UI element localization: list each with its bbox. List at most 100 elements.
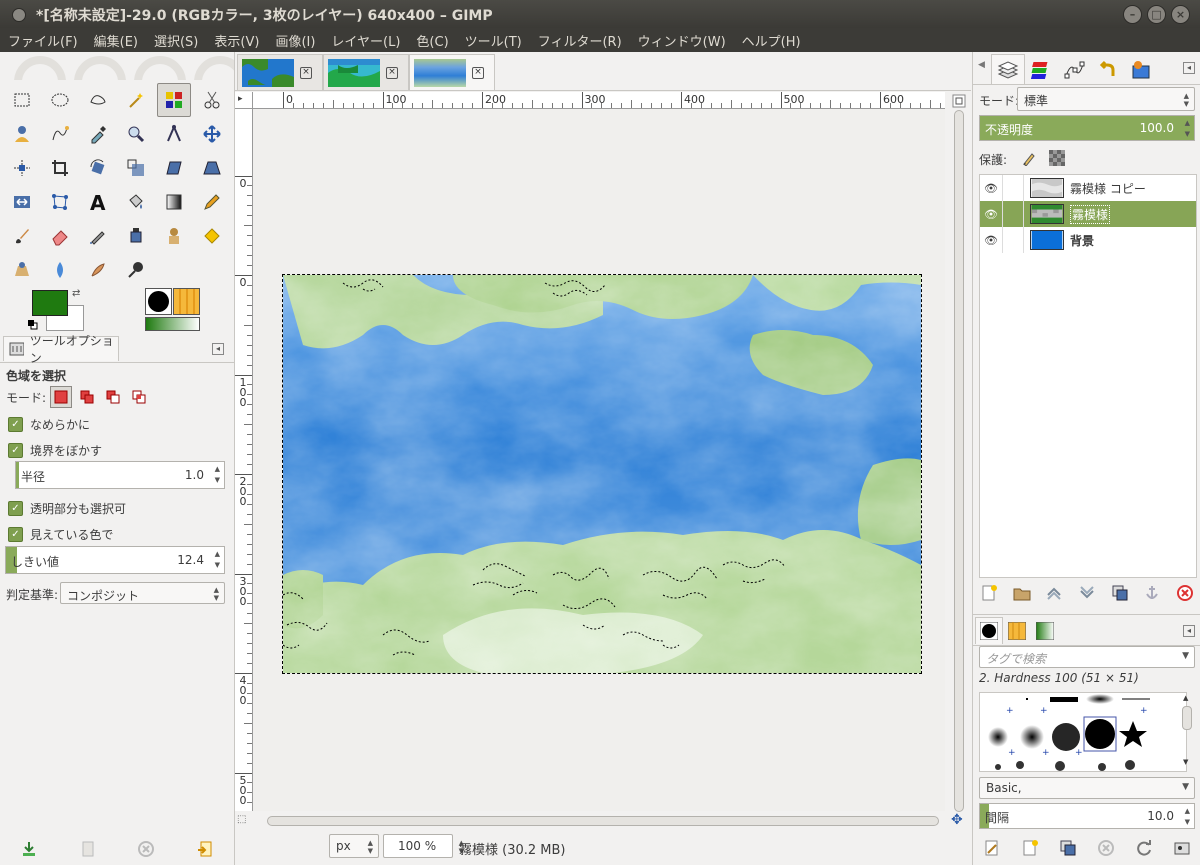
vertical-ruler[interactable]: 0 100 200 300 400 500 0: [235, 109, 253, 811]
brushes-panel-menu-icon[interactable]: ◂: [1183, 625, 1195, 637]
dodge-burn-tool[interactable]: [119, 253, 153, 287]
radius-spinner[interactable]: 半径 1.0 ▲ ▼: [15, 461, 225, 489]
zoom-tool[interactable]: [119, 117, 153, 151]
free-select-tool[interactable]: [81, 83, 115, 117]
tab-brushes[interactable]: [975, 617, 1003, 644]
foreground-color[interactable]: [32, 290, 68, 316]
layers-tabs-scroll-left-icon[interactable]: ◀: [978, 60, 985, 70]
layer-chain-toggle[interactable]: [1002, 227, 1024, 253]
ellipse-select-tool[interactable]: [43, 83, 77, 117]
rect-select-tool[interactable]: [5, 83, 39, 117]
horizontal-scrollbar[interactable]: [267, 814, 939, 828]
new-layer-group-icon[interactable]: [1013, 584, 1031, 602]
perspective-tool[interactable]: [195, 151, 229, 185]
vertical-scroll-track[interactable]: [954, 110, 964, 812]
tab-undo[interactable]: [1091, 54, 1125, 85]
pattern-indicator[interactable]: [173, 288, 200, 315]
gradient-indicator[interactable]: [145, 317, 200, 331]
perspective-clone-tool[interactable]: [5, 253, 39, 287]
scale-tool[interactable]: [119, 151, 153, 185]
opacity-stepper-icon[interactable]: ▲ ▼: [1185, 118, 1190, 140]
ink-tool[interactable]: [119, 219, 153, 253]
eraser-tool[interactable]: [43, 219, 77, 253]
lock-alpha-icon[interactable]: [1049, 150, 1065, 166]
zoom-navigate-icon[interactable]: [952, 94, 966, 108]
brush-grid-scrollbar[interactable]: ▲ ▼: [1181, 692, 1193, 770]
menu-image[interactable]: 画像(I): [267, 28, 323, 52]
reset-options-icon[interactable]: [196, 840, 214, 858]
tag-dropdown-icon[interactable]: ▼: [1182, 652, 1189, 661]
rotate-tool[interactable]: [81, 151, 115, 185]
maximize-button[interactable]: □: [1147, 5, 1166, 24]
tab-gradients[interactable]: [1031, 617, 1059, 645]
new-brush-icon[interactable]: [1021, 839, 1039, 857]
horizontal-ruler[interactable]: 0 100 200 300 400 500 600: [253, 92, 945, 109]
ruler-corner[interactable]: ▸: [235, 92, 253, 109]
spacing-stepper-icon[interactable]: ▲ ▼: [1185, 806, 1190, 828]
delete-layer-icon[interactable]: [1176, 584, 1194, 602]
menu-file[interactable]: ファイル(F): [0, 28, 86, 52]
paintbrush-tool[interactable]: [5, 219, 39, 253]
menu-tools[interactable]: ツール(T): [457, 28, 530, 52]
measure-tool[interactable]: [157, 117, 191, 151]
select-by-color-tool[interactable]: [157, 83, 191, 117]
layers-panel-menu-icon[interactable]: ◂: [1183, 62, 1195, 74]
threshold-spinner[interactable]: しきい値 12.4 ▲ ▼: [5, 546, 225, 574]
sample-merged-checkbox[interactable]: ✓ 見えている色で: [8, 526, 113, 543]
image-tab-2[interactable]: ×: [323, 54, 409, 90]
restore-options-icon[interactable]: [79, 840, 97, 858]
paths-tool[interactable]: [43, 117, 77, 151]
heal-tool[interactable]: [195, 219, 229, 253]
save-options-icon[interactable]: [20, 840, 38, 858]
foreground-select-tool[interactable]: [5, 117, 39, 151]
crop-tool[interactable]: [43, 151, 77, 185]
duplicate-brush-icon[interactable]: [1059, 839, 1077, 857]
mode-intersect-button[interactable]: [128, 386, 150, 408]
open-brush-as-image-icon[interactable]: [1173, 839, 1191, 857]
spacing-spinner[interactable]: 間隔 10.0 ▲ ▼: [979, 803, 1195, 829]
color-picker-tool[interactable]: [81, 117, 115, 151]
tab-tool-options[interactable]: ツールオプション: [3, 334, 119, 365]
tab-images[interactable]: [1125, 54, 1159, 85]
tag-search-input[interactable]: タグで検索 ▼: [979, 646, 1195, 668]
edit-brush-icon[interactable]: [983, 839, 1001, 857]
swap-colors-icon[interactable]: ⇄: [72, 288, 80, 299]
tab-channels[interactable]: [1025, 54, 1059, 85]
antialias-checkbox[interactable]: ✓ なめらかに: [8, 416, 90, 433]
visibility-eye-icon[interactable]: 👁: [980, 182, 1002, 195]
layer-chain-toggle[interactable]: [1002, 175, 1024, 201]
tab-paths[interactable]: [1057, 54, 1091, 85]
shear-tool[interactable]: [157, 151, 191, 185]
text-tool[interactable]: A: [81, 185, 115, 219]
align-tool[interactable]: [5, 151, 39, 185]
smudge-tool[interactable]: [81, 253, 115, 287]
move-tool[interactable]: [195, 117, 229, 151]
pencil-tool[interactable]: [195, 185, 229, 219]
criterion-select[interactable]: コンポジット ▲ ▼: [60, 582, 225, 604]
mode-add-button[interactable]: [76, 386, 98, 408]
bucket-fill-tool[interactable]: [119, 185, 153, 219]
menu-view[interactable]: 表示(V): [206, 28, 267, 52]
minimize-button[interactable]: –: [1123, 5, 1142, 24]
blend-tool[interactable]: [157, 185, 191, 219]
delete-options-icon[interactable]: [137, 840, 155, 858]
duplicate-layer-icon[interactable]: [1111, 584, 1129, 602]
image-canvas[interactable]: [282, 274, 922, 674]
default-colors-icon[interactable]: [28, 320, 38, 330]
raise-layer-icon[interactable]: [1045, 584, 1063, 602]
close-tab-1-icon[interactable]: ×: [300, 67, 312, 79]
brush-preset-select[interactable]: Basic, ▼: [979, 777, 1195, 799]
blur-tool[interactable]: [43, 253, 77, 287]
clone-tool[interactable]: [157, 219, 191, 253]
menu-layer[interactable]: レイヤー(L): [323, 28, 408, 52]
refresh-brushes-icon[interactable]: [1135, 839, 1153, 857]
scissors-select-tool[interactable]: [195, 83, 229, 117]
brush-grid[interactable]: + + + + + +: [979, 692, 1187, 772]
visibility-eye-icon[interactable]: 👁: [980, 234, 1002, 247]
horizontal-scroll-track[interactable]: [267, 816, 939, 826]
canvas-area[interactable]: [253, 109, 945, 811]
menu-select[interactable]: 選択(S): [146, 28, 206, 52]
airbrush-tool[interactable]: [81, 219, 115, 253]
mode-subtract-button[interactable]: [102, 386, 124, 408]
close-tab-3-icon[interactable]: ×: [472, 67, 484, 79]
